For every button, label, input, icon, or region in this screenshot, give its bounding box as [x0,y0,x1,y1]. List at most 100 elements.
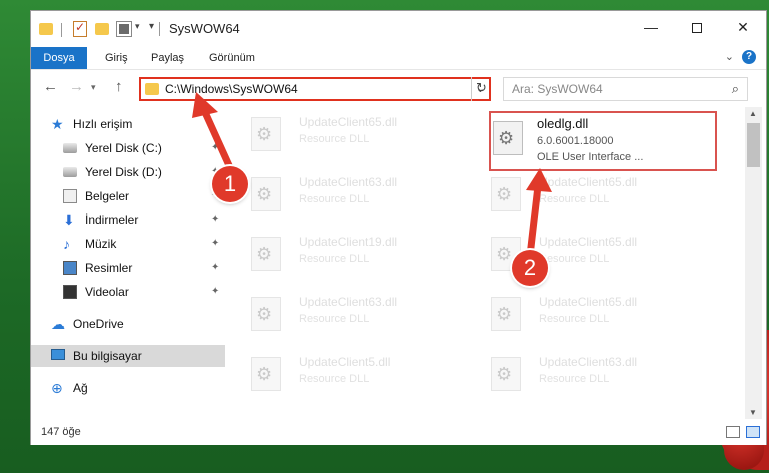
tab-share[interactable]: Paylaş [151,47,184,69]
file-item[interactable]: UpdateClient65.dll Resource DLL [229,107,449,163]
status-bar: 147 öğe [31,421,766,445]
file-item[interactable]: UpdateClient65.dll Resource DLL [469,227,689,283]
sidebar-item-network[interactable]: ⊕ Ağ [31,377,225,399]
tab-home[interactable]: Giriş [105,47,128,69]
file-item[interactable]: UpdateClient5.dll Resource DLL [229,347,449,403]
properties-check-icon[interactable] [73,20,87,37]
expand-ribbon-icon[interactable]: ⌄ [725,50,734,63]
refresh-button[interactable]: ↻ [471,77,491,101]
cloud-icon: ☁ [51,316,65,332]
navigation-bar: ← → ▾ ↑ C:\Windows\SysWOW64 ⌄ ↻ Ara: Sys… [31,69,766,105]
dll-file-icon [251,357,281,391]
back-button[interactable]: ← [43,78,58,95]
file-name: oledlg.dll [537,116,589,131]
sidebar-item-drive-c[interactable]: Yerel Disk (C:) ✦ [31,137,225,159]
sidebar-item-onedrive[interactable]: ☁ OneDrive [31,313,225,335]
address-path[interactable]: C:\Windows\SysWOW64 [165,82,298,96]
pin-icon[interactable]: ✦ [211,281,219,303]
file-name: UpdateClient63.dll [299,295,398,309]
dll-file-icon [251,177,281,211]
sidebar-item-label: Yerel Disk (D:) [85,165,162,179]
scroll-up-icon[interactable]: ▲ [749,109,757,118]
customize-dropdown-icon[interactable]: ▾ [149,21,154,32]
sidebar-item-quick-access[interactable]: ★ Hızlı erişim [31,113,225,135]
file-description: Resource DLL [299,253,370,265]
divider [159,22,160,36]
file-version: 6.0.6001.18000 [537,135,614,147]
forward-button[interactable]: → [69,78,84,95]
close-button[interactable]: ✕ [720,11,766,43]
annotation-step-1: 1 [212,166,248,202]
sidebar-item-documents[interactable]: Belgeler ✦ [31,185,225,207]
help-icon[interactable]: ? [742,50,756,64]
new-folder-icon[interactable] [95,23,109,35]
music-icon: ♪ [63,236,70,252]
search-icon[interactable]: ⌕ [732,81,739,97]
file-item[interactable]: UpdateClient63.dll Resource DLL [469,347,689,403]
navigation-pane: ★ Hızlı erişim Yerel Disk (C:) ✦ Yerel D… [31,107,227,419]
sidebar-item-downloads[interactable]: ⬇ İndirmeler ✦ [31,209,225,231]
file-name: UpdateClient65.dll [539,175,638,189]
folder-icon [145,83,159,95]
sidebar-item-music[interactable]: ♪ Müzik ✦ [31,233,225,255]
sidebar-item-label: Müzik [85,237,117,251]
computer-icon [51,349,65,360]
sidebar-item-label: Resimler [85,261,133,275]
search-input[interactable]: Ara: SysWOW64 ⌕ [503,77,748,101]
quick-access-dropdown-icon[interactable]: ▾ [135,21,140,32]
documents-icon [63,189,77,203]
dll-file-icon [493,121,523,155]
properties-icon[interactable] [116,21,132,37]
sidebar-item-label: İndirmeler [85,213,139,227]
pin-icon[interactable]: ✦ [211,233,219,255]
file-description: OLE User Interface ... [537,151,644,163]
title-bar: ▾ ▾ SysWOW64 — ✕ [31,11,766,47]
divider [61,23,62,37]
file-item[interactable]: UpdateClient63.dll Resource DLL [229,287,449,343]
sidebar-item-drive-d[interactable]: Yerel Disk (D:) ✦ [31,161,225,183]
video-icon [63,285,77,299]
file-name: UpdateClient19.dll [299,235,398,249]
large-icons-view-icon[interactable] [746,426,760,438]
file-item[interactable]: UpdateClient65.dll Resource DLL [469,167,689,223]
pin-icon[interactable]: ✦ [211,137,219,159]
file-description: Resource DLL [539,193,610,205]
file-description: Resource DLL [539,313,610,325]
file-name: UpdateClient5.dll [299,355,391,369]
dll-file-icon [491,177,521,211]
file-name: UpdateClient65.dll [539,295,638,309]
dll-file-icon [251,297,281,331]
file-description: Resource DLL [299,313,370,325]
vertical-scrollbar[interactable]: ▲ ▼ [745,107,762,419]
dll-file-icon [251,237,281,271]
network-icon: ⊕ [51,380,63,396]
sidebar-item-label: Videolar [85,285,129,299]
dll-file-icon [491,357,521,391]
file-item[interactable]: UpdateClient63.dll Resource DLL [229,167,449,223]
scroll-down-icon[interactable]: ▼ [749,408,757,417]
drive-icon [63,143,77,153]
file-item[interactable]: UpdateClient65.dll Resource DLL [469,287,689,343]
sidebar-item-pictures[interactable]: Resimler ✦ [31,257,225,279]
recent-locations-dropdown[interactable]: ▾ [91,82,96,93]
highlighted-file-item[interactable]: oledlg.dll 6.0.6001.18000 OLE User Inter… [489,111,717,171]
sidebar-item-videos[interactable]: Videolar ✦ [31,281,225,303]
pin-icon[interactable]: ✦ [211,209,219,231]
tab-view[interactable]: Görünüm [209,47,255,69]
pin-icon[interactable]: ✦ [211,257,219,279]
file-name: UpdateClient65.dll [299,115,398,129]
minimize-button[interactable]: — [628,11,674,43]
file-item[interactable]: UpdateClient19.dll Resource DLL [229,227,449,283]
file-description: Resource DLL [539,253,610,265]
sidebar-item-this-pc[interactable]: Bu bilgisayar [31,345,225,367]
maximize-button[interactable] [674,11,720,43]
tab-file[interactable]: Dosya [31,47,87,69]
file-name: UpdateClient63.dll [299,175,398,189]
details-view-icon[interactable] [726,426,740,438]
scroll-thumb[interactable] [747,123,760,167]
up-button[interactable]: ↑ [115,78,123,95]
item-count: 147 öğe [41,426,81,438]
window-title: SysWOW64 [169,21,240,36]
address-bar[interactable]: C:\Windows\SysWOW64 ⌄ [139,77,491,101]
download-icon: ⬇ [63,212,75,228]
